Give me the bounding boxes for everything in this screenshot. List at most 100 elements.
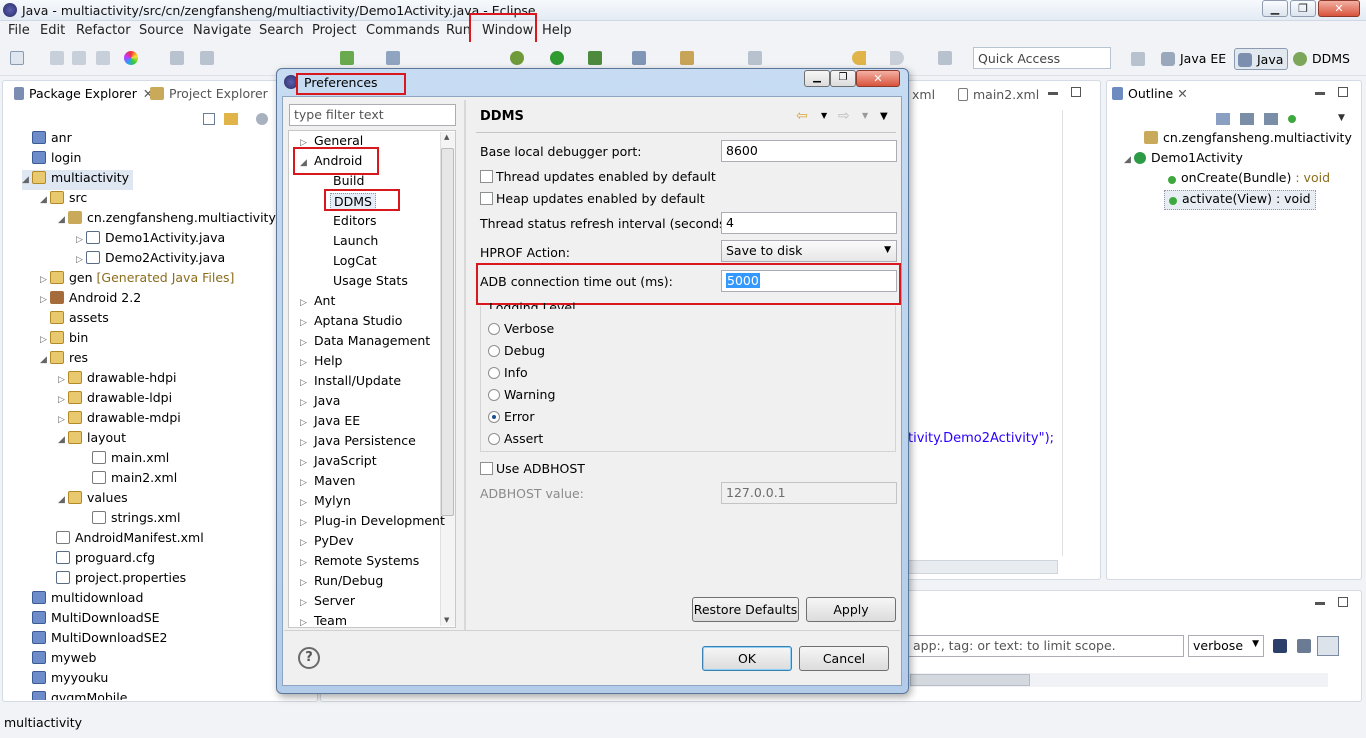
tree-item-drawable-mdpi[interactable]: ▷ drawable-mdpi: [58, 410, 181, 430]
tree-item-drawable-ldpi[interactable]: ▷ drawable-ldpi: [58, 390, 172, 410]
pref-java-persistence[interactable]: ▷ Java Persistence: [300, 433, 416, 448]
pref-android-build[interactable]: Build: [333, 173, 364, 188]
link-editor-icon[interactable]: [224, 113, 238, 125]
forward-menu-icon[interactable]: ▼: [862, 111, 868, 120]
edit-icon[interactable]: [938, 51, 952, 65]
adb-timeout-input[interactable]: 5000: [721, 270, 897, 292]
save-icon[interactable]: [50, 51, 64, 65]
tree-item-android-lib[interactable]: ▷ Android 2.2: [40, 290, 141, 310]
apply-button[interactable]: Apply: [806, 597, 896, 622]
tab-project-explorer[interactable]: Project Explorer: [150, 86, 268, 110]
tree-item-login[interactable]: login: [22, 150, 81, 170]
open-task-icon[interactable]: [680, 51, 694, 65]
color-wheel-icon[interactable]: [124, 51, 138, 65]
pref-plugin-development[interactable]: ▷ Plug-in Development: [300, 513, 445, 528]
save-log-icon[interactable]: [1273, 639, 1287, 653]
pref-data-management[interactable]: ▷ Data Management: [300, 333, 430, 348]
print-icon[interactable]: [96, 51, 110, 65]
pin-icon[interactable]: [170, 51, 184, 65]
heap-updates-checkbox[interactable]: [480, 192, 493, 205]
adbhost-value-input[interactable]: 127.0.0.1: [721, 482, 897, 504]
menu-project[interactable]: Project: [312, 23, 356, 38]
open-type-icon[interactable]: [632, 51, 646, 65]
tab-package-explorer[interactable]: Package Explorer ✕: [14, 86, 153, 110]
level-warning-radio[interactable]: [488, 389, 500, 401]
hide-nonpublic-icon[interactable]: [1288, 115, 1296, 123]
pref-server[interactable]: ▷ Server: [300, 593, 355, 608]
pref-android-usage-stats[interactable]: Usage Stats: [333, 273, 408, 288]
tree-item-src[interactable]: ◢ src: [40, 190, 87, 210]
perspective-java[interactable]: Java: [1234, 48, 1289, 70]
menu-refactor[interactable]: Refactor: [76, 23, 131, 38]
toggle-filter-icon[interactable]: [1317, 636, 1339, 656]
tree-item-multidownloadse2[interactable]: MultiDownloadSE2: [22, 630, 167, 650]
outline-menu-icon[interactable]: ▼: [1338, 113, 1345, 123]
pref-maven[interactable]: ▷ Maven: [300, 473, 355, 488]
tab-outline[interactable]: Outline ✕: [1112, 86, 1188, 110]
tree-item-myyouku[interactable]: myyouku: [22, 670, 108, 690]
bug-icon[interactable]: [510, 51, 524, 65]
outline-method-oncreate[interactable]: onCreate(Bundle) : void: [1168, 170, 1330, 190]
new-icon[interactable]: [10, 51, 24, 65]
pref-android-logcat[interactable]: LogCat: [333, 253, 377, 268]
tree-item-gen[interactable]: ▷ gen [Generated Java Files]: [40, 270, 234, 290]
outline-method-activate[interactable]: activate(View) : void: [1164, 190, 1316, 210]
pref-aptana[interactable]: ▷ Aptana Studio: [300, 313, 402, 328]
pref-run-debug[interactable]: ▷ Run/Debug: [300, 573, 383, 588]
minimize-logcat-icon[interactable]: [1315, 602, 1325, 605]
level-debug-radio[interactable]: [488, 345, 500, 357]
back-icon[interactable]: [852, 51, 866, 65]
tree-item-multidownloadse[interactable]: MultiDownloadSE: [22, 610, 160, 630]
menu-window[interactable]: Window: [482, 23, 533, 38]
clear-log-icon[interactable]: [1297, 639, 1311, 653]
menu-help[interactable]: Help: [542, 23, 572, 38]
tree-item-drawable-hdpi[interactable]: ▷ drawable-hdpi: [58, 370, 177, 390]
dialog-maximize-button[interactable]: ❐: [830, 70, 856, 87]
sort-icon[interactable]: [1216, 113, 1230, 125]
pref-android-launch[interactable]: Launch: [333, 233, 378, 248]
pref-install-update[interactable]: ▷ Install/Update: [300, 373, 401, 388]
maximize-logcat-icon[interactable]: [1338, 597, 1348, 607]
close-tab-icon[interactable]: ✕: [1177, 86, 1187, 101]
tree-item-proguard[interactable]: proguard.cfg: [46, 550, 155, 570]
tree-item-project-properties[interactable]: project.properties: [46, 570, 186, 590]
tree-item-bin[interactable]: ▷ bin: [40, 330, 88, 350]
tree-item-multiactivity[interactable]: ◢ multiactivity: [22, 170, 134, 190]
menu-run[interactable]: Run: [446, 23, 471, 38]
view-menu-icon[interactable]: [256, 113, 268, 125]
pref-team[interactable]: ▷ Team: [300, 613, 347, 627]
close-button[interactable]: ✕: [1318, 0, 1360, 17]
download-icon[interactable]: [386, 51, 400, 65]
pref-pydev[interactable]: ▷ PyDev: [300, 533, 354, 548]
level-info-radio[interactable]: [488, 367, 500, 379]
tree-item-package[interactable]: ◢ cn.zengfansheng.multiactivity: [58, 210, 276, 230]
hide-static-icon[interactable]: [1264, 113, 1278, 125]
dialog-close-button[interactable]: ✕: [856, 70, 900, 87]
minimize-editor-icon[interactable]: [1048, 92, 1058, 95]
tree-item-demo1[interactable]: ▷ Demo1Activity.java: [76, 230, 225, 250]
menu-edit[interactable]: Edit: [40, 23, 65, 38]
annotation-icon[interactable]: [748, 51, 762, 65]
open-perspective-icon[interactable]: [1131, 52, 1145, 66]
help-icon[interactable]: ?: [298, 647, 320, 669]
ok-button[interactable]: OK: [702, 646, 792, 671]
dialog-minimize-button[interactable]: ▁: [804, 70, 830, 87]
thread-updates-checkbox[interactable]: [480, 170, 493, 183]
tree-item-main2-xml[interactable]: main2.xml: [82, 470, 177, 490]
search-tool-icon[interactable]: [200, 51, 214, 65]
outline-class[interactable]: ◢ Demo1Activity: [1124, 150, 1243, 170]
editor-tab-main2[interactable]: main2.xml: [958, 87, 1039, 102]
pref-remote-systems[interactable]: ▷ Remote Systems: [300, 553, 419, 568]
menu-source[interactable]: Source: [139, 23, 184, 38]
logcat-level-select[interactable]: verbose ▼: [1188, 635, 1264, 657]
tree-item-assets[interactable]: assets: [40, 310, 109, 330]
minimize-outline-icon[interactable]: [1315, 92, 1325, 95]
quick-access-input[interactable]: Quick Access: [973, 47, 1111, 69]
tree-item-multidownload[interactable]: multidownload: [22, 590, 143, 610]
tree-scroll-thumb[interactable]: [441, 148, 454, 516]
back-menu-icon[interactable]: ▼: [821, 111, 827, 120]
run-icon[interactable]: [550, 51, 564, 65]
menu-file[interactable]: File: [8, 23, 30, 38]
hide-fields-icon[interactable]: [1240, 113, 1254, 125]
editor-horizontal-scrollbar[interactable]: [908, 560, 1058, 574]
